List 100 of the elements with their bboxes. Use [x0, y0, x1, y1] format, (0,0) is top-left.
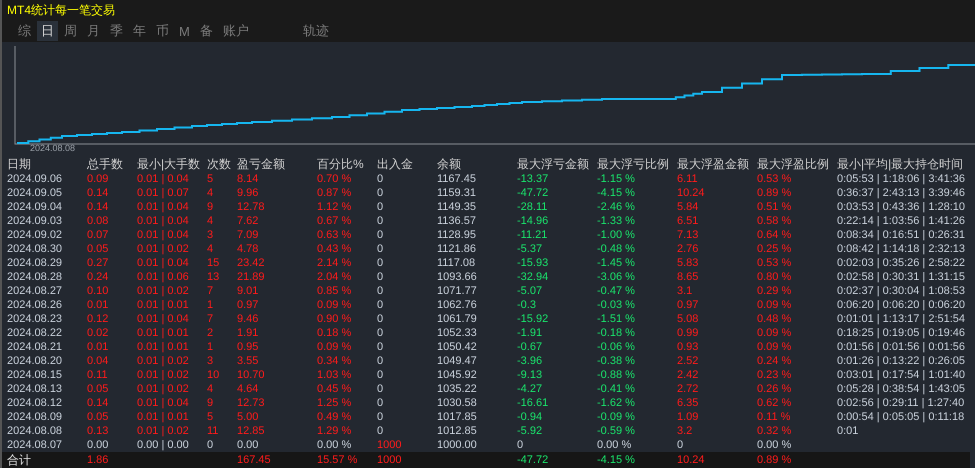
tab[interactable]: 日: [37, 21, 58, 41]
table-cell-text: -1.91: [517, 326, 544, 340]
table-cell-text: 2.72: [677, 382, 700, 396]
table-cell-text: 9.01: [237, 284, 260, 298]
table-cell-text: 0.01 | 0.01: [137, 298, 190, 312]
table-cell-text: -47.72: [517, 453, 550, 468]
table-cell-text: -1.51 %: [597, 312, 636, 326]
table-cell-text: 0.11 %: [757, 410, 792, 424]
tab[interactable]: M: [175, 22, 194, 40]
table-cell-text: -0.09 %: [597, 410, 636, 424]
table-cell-text: 0: [377, 228, 384, 242]
tab[interactable]: 月: [83, 21, 104, 41]
table-cell-text: 0.01 | 0.02: [137, 284, 190, 298]
table-cell-text: 0:03:53 | 0:43:36 | 1:28:10: [837, 200, 966, 214]
tab[interactable]: 币: [152, 21, 173, 41]
table-cell-text: 23.42: [237, 256, 266, 270]
table-cell-text: 0:01:56 | 0:01:56 | 0:01:56: [837, 340, 966, 354]
table-cell-text: 167.45: [237, 453, 272, 468]
table-cell-text: 2024.08.30: [7, 242, 64, 256]
table-cell-text: 0: [377, 326, 384, 340]
tab[interactable]: 周: [60, 21, 81, 41]
tab[interactable]: 综: [14, 21, 35, 41]
table-cell-text: 11: [207, 424, 220, 438]
table-cell-text: -2.46 %: [597, 200, 636, 214]
table-cell-text: 8.14: [237, 172, 260, 186]
table-cell-text: 0: [377, 410, 384, 424]
table-cell-text: 1: [207, 340, 214, 354]
column-header: 总手数: [87, 156, 124, 172]
table-cell-text: 0.01 | 0.04: [137, 200, 190, 214]
table-cell-text: 1.12 %: [317, 200, 352, 214]
table-cell-text: 0:02:58 | 0:30:31 | 1:31:15: [837, 270, 966, 284]
table-cell-text: 1030.58: [437, 396, 478, 410]
table-cell-text: 0.10: [87, 284, 110, 298]
table-cell-text: 1.91: [237, 326, 260, 340]
table-cell-text: 2024.08.15: [7, 368, 64, 382]
table-cell-text: -4.15 %: [597, 186, 636, 200]
table-cell-text: 0.93: [677, 340, 700, 354]
table-cell-text: 5.00: [237, 410, 260, 424]
table-cell-text: 0.99: [677, 326, 700, 340]
table-cell-text: 1149.35: [437, 200, 477, 214]
table-cell-text: 13: [207, 270, 220, 284]
table-cell-text: 1000: [377, 438, 402, 452]
table-cell-text: 0.62 %: [757, 396, 792, 410]
table-cell-text: 1093.66: [437, 270, 478, 284]
table-cell-text: 1167.45: [437, 172, 477, 186]
table-cell-text: 2024.08.26: [7, 298, 64, 312]
table-cell-text: 0.34 %: [317, 354, 352, 368]
table-cell-text: 1050.42: [437, 340, 478, 354]
table-cell-text: 4: [207, 186, 214, 200]
table-cell-text: 2.04 %: [317, 270, 352, 284]
table-cell-text: 0:05:28 | 0:38:54 | 1:43:05: [837, 382, 966, 396]
tab[interactable]: 账户: [218, 21, 253, 41]
table-cell-text: 0.01 | 0.06: [137, 270, 190, 284]
table-cell-text: 0.01 | 0.02: [137, 354, 190, 368]
tab[interactable]: 季: [106, 21, 127, 41]
table-cell-text: 0.87 %: [317, 186, 352, 200]
table-cell-text: 0: [517, 438, 524, 452]
table-cell-text: -3.06 %: [597, 270, 636, 284]
table-cell-text: 2.76: [677, 242, 700, 256]
table-cell-text: 1000: [377, 453, 402, 468]
window-title: MT4统计每一笔交易: [7, 2, 115, 18]
table-cell-text: 6.11: [677, 172, 699, 186]
table-cell-text: 1000.00: [437, 438, 478, 452]
table-cell-text: -0.88 %: [597, 368, 636, 382]
table-cell-text: 2024.08.27: [7, 284, 64, 298]
table-cell-text: 2024.09.04: [7, 200, 64, 214]
table-cell-text: 0: [377, 382, 384, 396]
table-cell-text: 0.05: [87, 382, 110, 396]
table-cell-text: -0.59 %: [597, 424, 636, 438]
table-cell-text: -14.96: [517, 214, 550, 228]
table-cell-text: -1.62 %: [597, 396, 636, 410]
table-cell-text: -5.07: [517, 284, 544, 298]
table-cell-text: 0: [377, 298, 384, 312]
table-cell-text: 15.57 %: [317, 453, 358, 468]
table-cell-text: 0: [377, 396, 384, 410]
table-cell-text: 3: [207, 354, 214, 368]
table-cell-text: 0: [377, 214, 384, 228]
table-cell-text: 0.00 %: [597, 438, 632, 452]
table-cell-text: 0: [377, 270, 384, 284]
table-cell-text: 0: [377, 186, 384, 200]
table-cell-text: 6.35: [677, 396, 700, 410]
table-cell-text: 0.43 %: [317, 242, 352, 256]
table-cell-text: 5: [207, 172, 214, 186]
table-cell-text: 0: [377, 354, 384, 368]
column-header: 次数: [207, 156, 232, 172]
table-cell-text: 0.24 %: [757, 354, 792, 368]
table-cell-text: -1.33 %: [597, 214, 636, 228]
tab[interactable]: 轨迹: [298, 21, 333, 41]
column-header: 余额: [437, 156, 462, 172]
tab[interactable]: 备: [196, 21, 217, 41]
tab[interactable]: 年: [129, 21, 150, 41]
table-cell-text: 0.11: [87, 368, 109, 382]
table-cell-text: 1159.31: [437, 186, 477, 200]
table-cell-text: 2.52: [677, 354, 700, 368]
table-cell-text: 0.14: [87, 200, 110, 214]
table-cell-text: 1128.95: [437, 228, 477, 242]
table-cell-text: 0:01:26 | 0:13:22 | 0:26:05: [837, 354, 966, 368]
table-cell-text: 5.84: [677, 200, 700, 214]
table-cell-text: 3: [207, 228, 214, 242]
table-cell-text: 0.12: [87, 312, 110, 326]
